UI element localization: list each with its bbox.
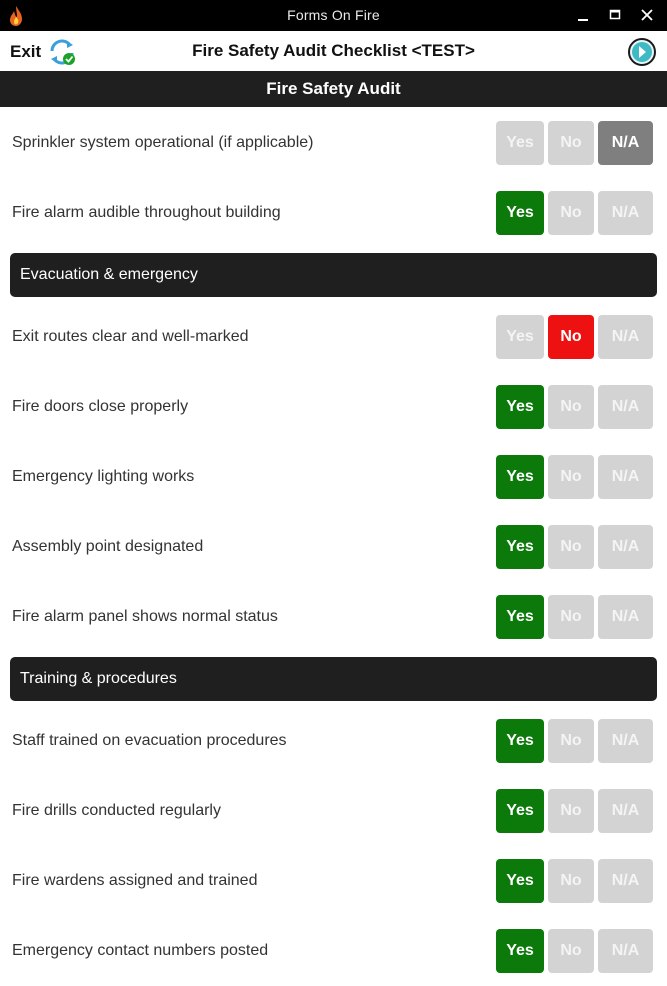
- minimize-icon[interactable]: [572, 4, 594, 26]
- question-row: Fire doors close properly Yes No N/A: [0, 372, 667, 442]
- question-label: Fire alarm audible throughout building: [12, 204, 281, 221]
- yes-button[interactable]: Yes: [496, 719, 544, 763]
- question-label: Fire doors close properly: [12, 398, 189, 415]
- exit-button[interactable]: Exit: [10, 42, 41, 62]
- window-titlebar: Forms On Fire: [0, 0, 667, 31]
- na-button[interactable]: N/A: [598, 121, 653, 165]
- form-header: Exit Fire Safety Audit Checklist <TEST>: [0, 31, 667, 72]
- yes-button[interactable]: Yes: [496, 859, 544, 903]
- question-label: Exit routes clear and well-marked: [12, 328, 249, 345]
- group-header-evacuation: Evacuation & emergency: [10, 253, 657, 297]
- question-row: Emergency contact numbers posted Yes No …: [0, 916, 667, 986]
- no-button[interactable]: No: [548, 789, 594, 833]
- question-label: Sprinkler system operational (if applica…: [12, 134, 314, 151]
- na-button[interactable]: N/A: [598, 455, 653, 499]
- yes-button[interactable]: Yes: [496, 385, 544, 429]
- no-button[interactable]: No: [548, 191, 594, 235]
- question-row: Fire wardens assigned and trained Yes No…: [0, 846, 667, 916]
- yes-button[interactable]: Yes: [496, 929, 544, 973]
- na-button[interactable]: N/A: [598, 929, 653, 973]
- no-button[interactable]: No: [548, 929, 594, 973]
- no-button[interactable]: No: [548, 525, 594, 569]
- question-label: Emergency lighting works: [12, 468, 195, 485]
- na-button[interactable]: N/A: [598, 859, 653, 903]
- no-button[interactable]: No: [548, 719, 594, 763]
- no-button[interactable]: No: [548, 595, 594, 639]
- question-label: Staff trained on evacuation procedures: [12, 732, 287, 749]
- na-button[interactable]: N/A: [598, 385, 653, 429]
- question-row: Emergency lighting works Yes No N/A: [0, 442, 667, 512]
- question-row: Staff trained on evacuation procedures Y…: [0, 706, 667, 776]
- no-button[interactable]: No: [548, 455, 594, 499]
- window-title: Forms On Fire: [287, 7, 380, 23]
- close-icon[interactable]: [636, 4, 658, 26]
- question-row: Fire alarm audible throughout building Y…: [0, 178, 667, 248]
- na-button[interactable]: N/A: [598, 595, 653, 639]
- question-label: Fire wardens assigned and trained: [12, 872, 258, 889]
- group-header-training: Training & procedures: [10, 657, 657, 701]
- question-row: Fire drills conducted regularly Yes No N…: [0, 776, 667, 846]
- yes-button[interactable]: Yes: [496, 315, 544, 359]
- question-row: Exit routes clear and well-marked Yes No…: [0, 302, 667, 372]
- question-label: Emergency contact numbers posted: [12, 942, 269, 959]
- section-title: Fire Safety Audit: [0, 71, 667, 107]
- question-label: Assembly point designated: [12, 538, 204, 555]
- yes-button[interactable]: Yes: [496, 525, 544, 569]
- maximize-icon[interactable]: [604, 4, 626, 26]
- yes-button[interactable]: Yes: [496, 455, 544, 499]
- na-button[interactable]: N/A: [598, 525, 653, 569]
- arrow-right-circle-icon[interactable]: [626, 36, 658, 68]
- yes-button[interactable]: Yes: [496, 121, 544, 165]
- sync-check-icon[interactable]: [46, 36, 78, 68]
- question-row: Fire alarm panel shows normal status Yes…: [0, 582, 667, 652]
- no-button[interactable]: No: [548, 121, 594, 165]
- yes-button[interactable]: Yes: [496, 789, 544, 833]
- yes-button[interactable]: Yes: [496, 191, 544, 235]
- yes-button[interactable]: Yes: [496, 595, 544, 639]
- na-button[interactable]: N/A: [598, 719, 653, 763]
- na-button[interactable]: N/A: [598, 315, 653, 359]
- question-row: Assembly point designated Yes No N/A: [0, 512, 667, 582]
- no-button[interactable]: No: [548, 859, 594, 903]
- question-row: Sprinkler system operational (if applica…: [0, 108, 667, 178]
- question-label: Fire alarm panel shows normal status: [12, 608, 278, 625]
- form-title: Fire Safety Audit Checklist <TEST>: [192, 41, 475, 60]
- na-button[interactable]: N/A: [598, 789, 653, 833]
- na-button[interactable]: N/A: [598, 191, 653, 235]
- no-button[interactable]: No: [548, 315, 594, 359]
- question-label: Fire drills conducted regularly: [12, 802, 221, 819]
- no-button[interactable]: No: [548, 385, 594, 429]
